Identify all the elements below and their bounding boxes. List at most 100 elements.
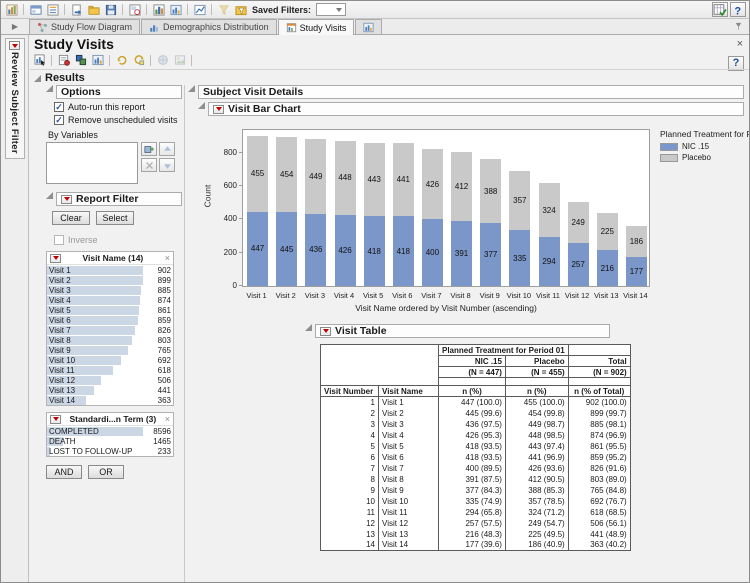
stacked-bar-visit-2[interactable]: 454445 bbox=[276, 137, 297, 287]
filter-item[interactable]: Visit 8803 bbox=[47, 335, 173, 345]
or-button[interactable]: OR bbox=[88, 465, 124, 479]
stacked-bar-visit-9[interactable]: 388377 bbox=[480, 159, 501, 286]
refresh2-icon[interactable] bbox=[131, 53, 146, 67]
stacked-bar-visit-10[interactable]: 357335 bbox=[509, 171, 530, 286]
options-header[interactable]: Options bbox=[56, 85, 182, 99]
legend-item[interactable]: NIC .15 bbox=[660, 142, 750, 151]
add-variable-button[interactable]: + bbox=[141, 142, 157, 156]
red-triangle-menu-icon[interactable] bbox=[320, 327, 331, 336]
inverse-checkbox[interactable] bbox=[54, 235, 64, 245]
filter-item[interactable]: Visit 13441 bbox=[47, 385, 173, 395]
bar-segment-placebo[interactable]: 448 bbox=[335, 141, 356, 216]
bar-segment-placebo[interactable]: 186 bbox=[626, 226, 647, 257]
stacked-bar-visit-3[interactable]: 449436 bbox=[305, 139, 326, 286]
bar-segment-placebo[interactable]: 324 bbox=[539, 183, 560, 237]
move-up-button[interactable] bbox=[159, 142, 175, 156]
bar-segment-nic-15[interactable]: 335 bbox=[509, 230, 530, 286]
bar-segment-nic-15[interactable]: 391 bbox=[451, 221, 472, 286]
report-filter-header[interactable]: Report Filter bbox=[56, 192, 182, 206]
save-icon[interactable] bbox=[103, 3, 118, 17]
stacked-bar-visit-14[interactable]: 186177 bbox=[626, 226, 647, 286]
bar-segment-nic-15[interactable]: 377 bbox=[480, 223, 501, 286]
bar-segment-nic-15[interactable]: 418 bbox=[393, 216, 414, 286]
chart-pointer-icon[interactable] bbox=[32, 53, 47, 67]
filter-item[interactable]: DEATH1465 bbox=[47, 436, 173, 446]
chart-img-icon[interactable] bbox=[90, 53, 105, 67]
filter-item[interactable]: Visit 4874 bbox=[47, 295, 173, 305]
remove-variable-button[interactable] bbox=[141, 158, 157, 172]
saved-filters-dropdown[interactable] bbox=[316, 3, 346, 16]
checkbox[interactable]: ✓ bbox=[54, 115, 64, 125]
palette-icon[interactable] bbox=[73, 53, 88, 67]
pin-icon[interactable] bbox=[734, 18, 743, 36]
stacked-bar-visit-11[interactable]: 324294 bbox=[539, 183, 560, 286]
data-grid-button[interactable] bbox=[712, 2, 728, 17]
results-header[interactable]: Results bbox=[34, 72, 85, 84]
sidebar-expand-icon[interactable]: ▶ bbox=[1, 22, 29, 31]
filter-item[interactable]: Visit 6859 bbox=[47, 315, 173, 325]
bar-segment-nic-15[interactable]: 436 bbox=[305, 214, 326, 287]
tab-demographics-distribution[interactable]: Demographics Distribution bbox=[141, 19, 277, 34]
bar-segment-nic-15[interactable]: 257 bbox=[568, 243, 589, 286]
red-triangle-menu-icon[interactable] bbox=[50, 254, 61, 263]
bar-segment-placebo[interactable]: 225 bbox=[597, 213, 618, 250]
bar-segment-placebo[interactable]: 426 bbox=[422, 149, 443, 220]
review-subject-filter-tab[interactable]: Review Subject Filter bbox=[5, 38, 25, 159]
checkbox[interactable]: ✓ bbox=[54, 102, 64, 112]
tab-study-flow-diagram[interactable]: Study Flow Diagram bbox=[29, 19, 140, 34]
filter-item[interactable]: Visit 11618 bbox=[47, 365, 173, 375]
stacked-bar-visit-7[interactable]: 426400 bbox=[422, 149, 443, 286]
report-add-icon[interactable] bbox=[56, 53, 71, 67]
bar-segment-placebo[interactable]: 449 bbox=[305, 139, 326, 214]
stacked-bar-visit-13[interactable]: 225216 bbox=[597, 213, 618, 286]
img-dis-icon[interactable] bbox=[172, 53, 187, 67]
bar-segment-nic-15[interactable]: 216 bbox=[597, 250, 618, 286]
bar-segment-placebo[interactable]: 443 bbox=[364, 143, 385, 217]
refresh1-icon[interactable] bbox=[114, 53, 129, 67]
visit-bar-chart-header[interactable]: Visit Bar Chart bbox=[208, 102, 744, 116]
tab-study-visits[interactable]: Study Visits bbox=[278, 19, 355, 35]
stacked-bar-visit-12[interactable]: 249257 bbox=[568, 202, 589, 286]
bar-segment-placebo[interactable]: 388 bbox=[480, 159, 501, 224]
app-chart-icon[interactable] bbox=[4, 3, 19, 17]
bar-segment-nic-15[interactable]: 294 bbox=[539, 237, 560, 286]
disclosure-icon[interactable] bbox=[188, 85, 195, 92]
chart-color-icon[interactable] bbox=[151, 3, 166, 17]
bar-segment-nic-15[interactable]: 447 bbox=[247, 212, 268, 286]
subject-visit-details-header[interactable]: Subject Visit Details bbox=[198, 85, 744, 99]
move-down-button[interactable] bbox=[159, 158, 175, 172]
legend-item[interactable]: Placebo bbox=[660, 153, 750, 162]
filter-item[interactable]: Visit 3885 bbox=[47, 285, 173, 295]
bar-segment-nic-15[interactable]: 400 bbox=[422, 219, 443, 286]
filter-item[interactable]: Visit 2899 bbox=[47, 275, 173, 285]
filter-item[interactable]: LOST TO FOLLOW-UP233 bbox=[47, 446, 173, 456]
close-icon[interactable]: × bbox=[737, 39, 743, 49]
filter-item[interactable]: Visit 1902 bbox=[47, 265, 173, 275]
red-triangle-menu-icon[interactable] bbox=[61, 195, 72, 204]
filter-saved-icon[interactable] bbox=[233, 3, 248, 17]
bar-segment-placebo[interactable]: 441 bbox=[393, 143, 414, 216]
bar-segment-placebo[interactable]: 455 bbox=[247, 136, 268, 212]
by-variables-listbox[interactable] bbox=[46, 142, 138, 184]
stacked-bar-visit-6[interactable]: 441418 bbox=[393, 143, 414, 286]
tab-new-report[interactable] bbox=[355, 19, 382, 34]
disclosure-icon[interactable] bbox=[34, 75, 41, 82]
filter-item[interactable]: Visit 9765 bbox=[47, 345, 173, 355]
list-icon[interactable] bbox=[45, 3, 60, 17]
bar-segment-placebo[interactable]: 249 bbox=[568, 202, 589, 243]
remove-filter-icon[interactable]: × bbox=[165, 415, 170, 423]
visit-table-header[interactable]: Visit Table bbox=[315, 324, 610, 338]
chart-blue-icon[interactable] bbox=[192, 3, 207, 17]
bar-segment-nic-15[interactable]: 426 bbox=[335, 215, 356, 286]
disclosure-icon[interactable] bbox=[198, 102, 205, 109]
bar-segment-placebo[interactable]: 412 bbox=[451, 152, 472, 221]
disclosure-icon[interactable] bbox=[46, 85, 53, 92]
bar-segment-nic-15[interactable]: 177 bbox=[626, 257, 647, 286]
filter-item[interactable]: Visit 10692 bbox=[47, 355, 173, 365]
disclosure-icon[interactable] bbox=[46, 192, 53, 199]
filter-item[interactable]: Visit 12506 bbox=[47, 375, 173, 385]
preview-icon[interactable] bbox=[127, 3, 142, 17]
export-icon[interactable] bbox=[69, 3, 84, 17]
remove-filter-icon[interactable]: × bbox=[165, 254, 170, 262]
bar-segment-nic-15[interactable]: 418 bbox=[364, 216, 385, 286]
